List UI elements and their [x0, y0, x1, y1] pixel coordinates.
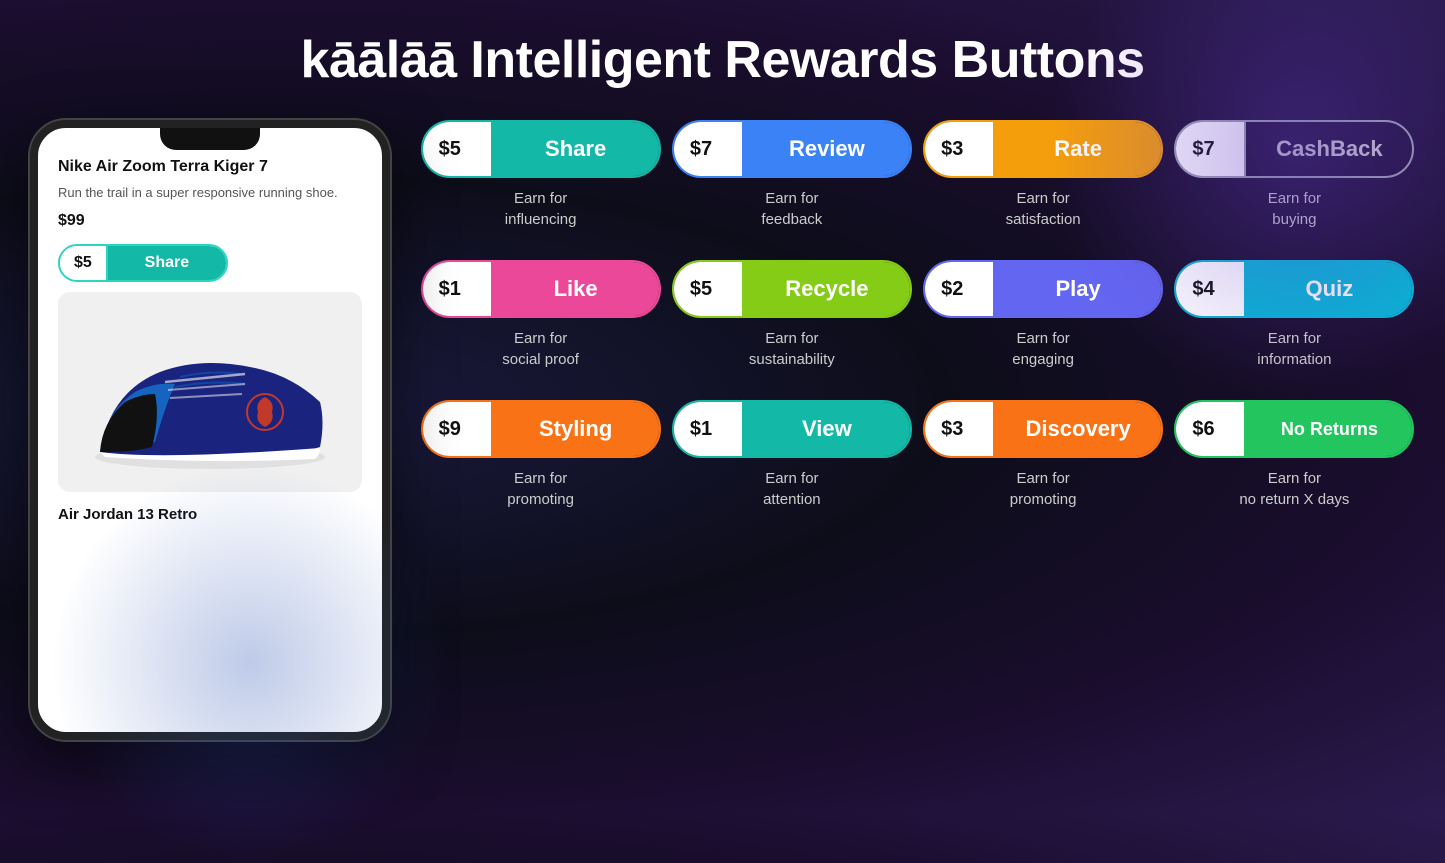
reward-button-styling[interactable]: $9Styling — [421, 400, 661, 458]
reward-amount-3: $7 — [1176, 122, 1246, 176]
reward-desc-9: Earn forattention — [763, 468, 821, 510]
reward-label-6: Play — [995, 262, 1161, 316]
reward-amount-10: $3 — [925, 402, 995, 456]
reward-desc-7: Earn forinformation — [1257, 328, 1331, 370]
phone-share-amount: $5 — [60, 246, 108, 280]
reward-button-no-returns[interactable]: $6No Returns — [1174, 400, 1414, 458]
reward-amount-7: $4 — [1176, 262, 1246, 316]
reward-desc-11: Earn forno return X days — [1239, 468, 1349, 510]
reward-item-share: $5Share Earn forinfluencing — [420, 120, 661, 230]
phone-shoe-image — [58, 292, 362, 492]
reward-desc-6: Earn forengaging — [1012, 328, 1074, 370]
reward-button-like[interactable]: $1Like — [421, 260, 661, 318]
reward-amount-0: $5 — [423, 122, 493, 176]
reward-item-view: $1View Earn forattention — [671, 400, 912, 510]
reward-amount-5: $5 — [674, 262, 744, 316]
reward-desc-10: Earn forpromoting — [1010, 468, 1077, 510]
reward-amount-9: $1 — [674, 402, 744, 456]
phone-mockup: Nike Air Zoom Terra Kiger 7 Run the trai… — [30, 120, 390, 740]
reward-label-10: Discovery — [995, 402, 1161, 456]
reward-desc-0: Earn forinfluencing — [505, 188, 577, 230]
reward-desc-3: Earn forbuying — [1268, 188, 1321, 230]
reward-label-1: Review — [744, 122, 910, 176]
reward-label-2: Rate — [995, 122, 1161, 176]
phone-notch — [160, 128, 260, 150]
reward-label-3: CashBack — [1246, 122, 1412, 176]
reward-item-styling: $9Styling Earn forpromoting — [420, 400, 661, 510]
reward-item-play: $2Play Earn forengaging — [923, 260, 1164, 370]
reward-label-11: No Returns — [1246, 402, 1412, 456]
reward-button-review[interactable]: $7Review — [672, 120, 912, 178]
reward-amount-4: $1 — [423, 262, 493, 316]
reward-button-play[interactable]: $2Play — [923, 260, 1163, 318]
reward-button-view[interactable]: $1View — [672, 400, 912, 458]
reward-label-4: Like — [493, 262, 659, 316]
reward-desc-8: Earn forpromoting — [507, 468, 574, 510]
reward-button-cashback[interactable]: $7CashBack — [1174, 120, 1414, 178]
reward-amount-8: $9 — [423, 402, 493, 456]
reward-item-cashback: $7CashBack Earn forbuying — [1174, 120, 1415, 230]
reward-item-discovery: $3Discovery Earn forpromoting — [923, 400, 1164, 510]
reward-amount-6: $2 — [925, 262, 995, 316]
reward-button-recycle[interactable]: $5Recycle — [672, 260, 912, 318]
phone-share-button[interactable]: $5 Share — [58, 244, 228, 282]
reward-desc-1: Earn forfeedback — [761, 188, 822, 230]
reward-label-7: Quiz — [1246, 262, 1412, 316]
reward-desc-2: Earn forsatisfaction — [1006, 188, 1081, 230]
reward-amount-2: $3 — [925, 122, 995, 176]
reward-item-recycle: $5Recycle Earn forsustainability — [671, 260, 912, 370]
reward-label-5: Recycle — [744, 262, 910, 316]
reward-amount-11: $6 — [1176, 402, 1246, 456]
reward-button-discovery[interactable]: $3Discovery — [923, 400, 1163, 458]
reward-label-8: Styling — [493, 402, 659, 456]
reward-item-rate: $3Rate Earn forsatisfaction — [923, 120, 1164, 230]
reward-item-quiz: $4Quiz Earn forinformation — [1174, 260, 1415, 370]
rewards-grid: $5ShareEarn forinfluencing$7ReviewEarn f… — [420, 110, 1415, 540]
reward-item-like: $1Like Earn forsocial proof — [420, 260, 661, 370]
phone-product-desc: Run the trail in a super responsive runn… — [58, 184, 362, 202]
phone-share-label: Share — [108, 246, 226, 280]
reward-button-quiz[interactable]: $4Quiz — [1174, 260, 1414, 318]
phone-product-name2: Air Jordan 13 Retro — [58, 506, 362, 523]
page-title: kāālāā Intelligent Rewards Buttons — [0, 0, 1445, 110]
reward-button-rate[interactable]: $3Rate — [923, 120, 1163, 178]
phone-product-price: $99 — [58, 212, 362, 230]
reward-button-share[interactable]: $5Share — [421, 120, 661, 178]
phone-content: Nike Air Zoom Terra Kiger 7 Run the trai… — [38, 128, 382, 732]
reward-item-review: $7Review Earn forfeedback — [671, 120, 912, 230]
reward-desc-4: Earn forsocial proof — [502, 328, 579, 370]
main-content: Nike Air Zoom Terra Kiger 7 Run the trai… — [0, 110, 1445, 803]
phone-product-name: Nike Air Zoom Terra Kiger 7 — [58, 158, 362, 176]
reward-label-0: Share — [493, 122, 659, 176]
reward-amount-1: $7 — [674, 122, 744, 176]
reward-desc-5: Earn forsustainability — [749, 328, 835, 370]
reward-item-no-returns: $6No Returns Earn forno return X days — [1174, 400, 1415, 510]
reward-label-9: View — [744, 402, 910, 456]
